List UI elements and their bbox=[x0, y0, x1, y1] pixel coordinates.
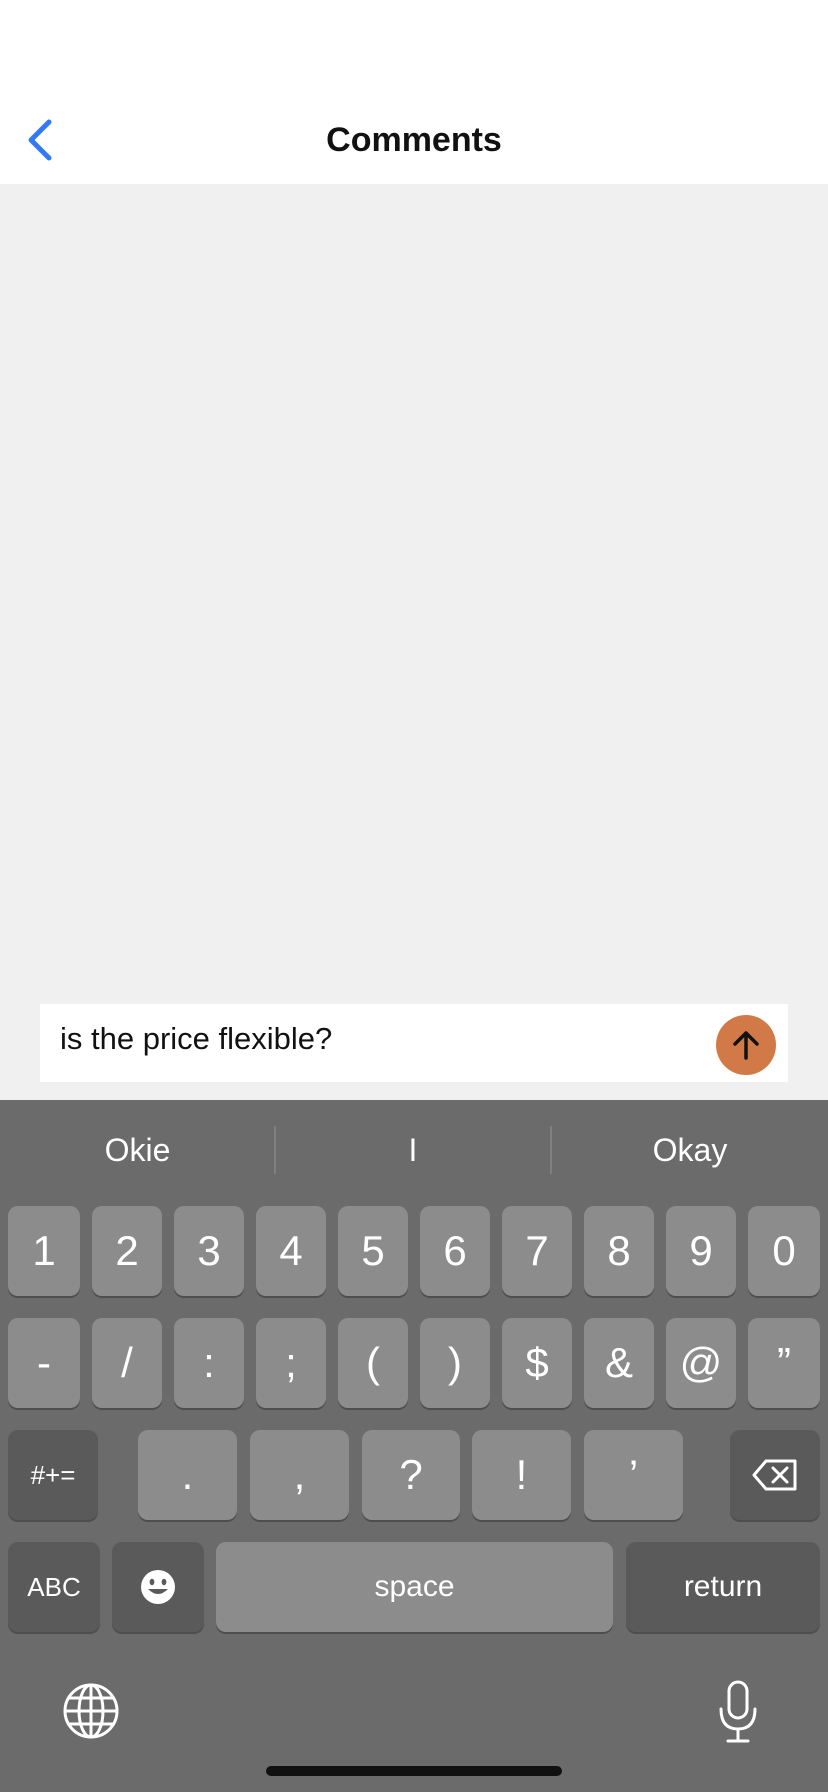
key-colon[interactable]: : bbox=[174, 1318, 244, 1408]
key-4[interactable]: 4 bbox=[256, 1206, 326, 1296]
key-exclamation[interactable]: ! bbox=[472, 1430, 571, 1520]
key-slash[interactable]: / bbox=[92, 1318, 162, 1408]
arrow-up-icon bbox=[733, 1031, 759, 1060]
suggestion-3[interactable]: Okay bbox=[552, 1118, 828, 1182]
key-2[interactable]: 2 bbox=[92, 1206, 162, 1296]
nav-header: Comments bbox=[0, 0, 828, 184]
suggestion-bar: Okie I Okay bbox=[0, 1100, 828, 1200]
key-open-paren[interactable]: ( bbox=[338, 1318, 408, 1408]
return-key[interactable]: return bbox=[626, 1542, 820, 1632]
key-at[interactable]: @ bbox=[666, 1318, 736, 1408]
key-1[interactable]: 1 bbox=[8, 1206, 80, 1296]
key-comma[interactable]: , bbox=[250, 1430, 349, 1520]
key-question[interactable]: ? bbox=[362, 1430, 460, 1520]
comment-composer: is the price flexible? bbox=[40, 1004, 788, 1082]
globe-button[interactable] bbox=[60, 1680, 122, 1742]
key-8[interactable]: 8 bbox=[584, 1206, 654, 1296]
key-more-symbols[interactable]: #+= bbox=[8, 1430, 98, 1520]
emoji-icon bbox=[141, 1570, 175, 1604]
key-quote[interactable]: ” bbox=[748, 1318, 820, 1408]
key-period[interactable]: . bbox=[138, 1430, 237, 1520]
home-indicator bbox=[266, 1766, 562, 1776]
comments-list bbox=[0, 184, 828, 1000]
key-close-paren[interactable]: ) bbox=[420, 1318, 490, 1408]
globe-icon bbox=[63, 1683, 119, 1739]
send-button[interactable] bbox=[716, 1015, 776, 1075]
delete-button[interactable] bbox=[730, 1430, 820, 1520]
key-hyphen[interactable]: - bbox=[8, 1318, 80, 1408]
suggestion-2[interactable]: I bbox=[276, 1118, 550, 1182]
key-3[interactable]: 3 bbox=[174, 1206, 244, 1296]
keyboard: Okie I Okay 1 2 3 4 5 6 7 8 9 0 - / : ; … bbox=[0, 1100, 828, 1792]
key-9[interactable]: 9 bbox=[666, 1206, 736, 1296]
key-dollar[interactable]: $ bbox=[502, 1318, 572, 1408]
key-0[interactable]: 0 bbox=[748, 1206, 820, 1296]
microphone-button[interactable] bbox=[708, 1676, 768, 1748]
suggestion-1[interactable]: Okie bbox=[0, 1118, 275, 1182]
key-6[interactable]: 6 bbox=[420, 1206, 490, 1296]
key-apostrophe[interactable]: ’ bbox=[584, 1430, 683, 1520]
microphone-icon bbox=[719, 1680, 757, 1743]
comment-input[interactable]: is the price flexible? bbox=[60, 1014, 680, 1064]
delete-key-icon bbox=[752, 1459, 797, 1491]
key-7[interactable]: 7 bbox=[502, 1206, 572, 1296]
key-ampersand[interactable]: & bbox=[584, 1318, 654, 1408]
key-5[interactable]: 5 bbox=[338, 1206, 408, 1296]
space-bar[interactable]: space bbox=[216, 1542, 613, 1632]
emoji-button[interactable] bbox=[112, 1542, 204, 1632]
key-abc[interactable]: ABC bbox=[8, 1542, 100, 1632]
key-semicolon[interactable]: ; bbox=[256, 1318, 326, 1408]
page-title: Comments bbox=[326, 121, 502, 159]
